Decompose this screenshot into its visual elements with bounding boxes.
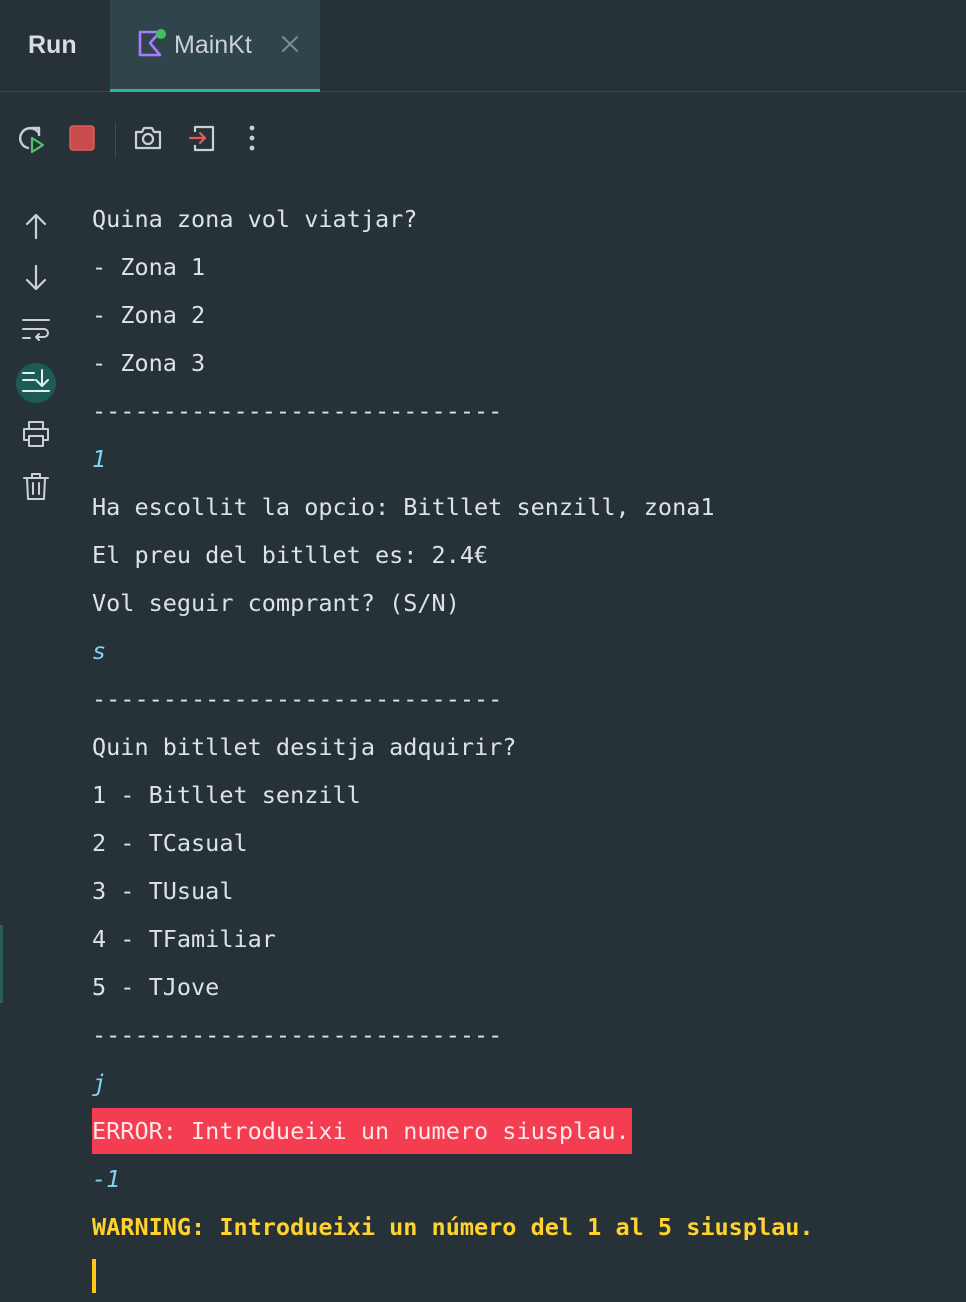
console-output[interactable]: Quina zona vol viatjar? - Zona 1 - Zona … — [92, 195, 952, 1299]
print-button[interactable] — [16, 416, 56, 456]
text-caret — [92, 1259, 96, 1293]
console-line: 4 - TFamiliar — [92, 925, 276, 953]
print-icon — [20, 418, 52, 455]
more-vertical-icon — [236, 122, 268, 159]
error-text: ERROR: Introdueixi un numero siusplau. — [92, 1108, 632, 1154]
tab-label: MainKt — [174, 31, 252, 59]
stop-button[interactable] — [62, 120, 102, 160]
user-input-line: j — [92, 1069, 107, 1097]
trash-icon — [20, 470, 52, 507]
gutter-marker — [0, 925, 3, 1003]
separator-line: ----------------------------- — [92, 1021, 503, 1049]
console-line: 1 - Bitllet senzill — [92, 781, 361, 809]
tab-mainkt[interactable]: MainKt — [110, 0, 320, 92]
console-line: Quin bitllet desitja adquirir? — [92, 733, 517, 761]
toolbar-divider — [115, 122, 116, 158]
input-prompt-line[interactable] — [92, 1251, 952, 1299]
previous-occurrence-button[interactable] — [16, 208, 56, 248]
stop-icon — [68, 124, 96, 157]
console-line: Quina zona vol viatjar? — [92, 205, 418, 233]
run-panel-title[interactable]: Run — [28, 0, 77, 90]
clear-all-button[interactable] — [16, 468, 56, 508]
console-line: - Zona 2 — [92, 301, 206, 329]
user-input-line: -1 — [92, 1165, 121, 1193]
arrow-up-icon — [21, 211, 51, 246]
scroll-to-end-icon — [20, 365, 52, 402]
user-input-line: s — [92, 637, 107, 665]
console-line: 3 - TUsual — [92, 877, 234, 905]
soft-wrap-icon — [20, 314, 52, 351]
soft-wrap-button[interactable] — [16, 312, 56, 352]
rerun-icon — [14, 122, 46, 159]
rerun-button[interactable] — [10, 120, 50, 160]
scroll-to-end-button[interactable] — [16, 363, 56, 403]
kotlin-icon — [136, 28, 168, 60]
console-line: Vol seguir comprant? (S/N) — [92, 589, 460, 617]
separator-line: ----------------------------- — [92, 397, 503, 425]
user-input-line: 1 — [92, 445, 107, 473]
console-line: - Zona 3 — [92, 349, 206, 377]
arrow-down-icon — [21, 263, 51, 298]
error-line: ERROR: Introdueixi un numero siusplau. — [92, 1107, 952, 1155]
screenshot-button[interactable] — [128, 120, 168, 160]
console-line: Ha escollit la opcio: Bitllet senzill, z… — [92, 493, 715, 521]
camera-icon — [132, 122, 164, 159]
console-line: 2 - TCasual — [92, 829, 248, 857]
console-line: 5 - TJove — [92, 973, 220, 1001]
tool-window-header: Run MainKt — [0, 0, 966, 92]
next-occurrence-button[interactable] — [16, 260, 56, 300]
exit-button[interactable] — [182, 120, 222, 160]
separator-line: ----------------------------- — [92, 685, 503, 713]
console-line: - Zona 1 — [92, 253, 206, 281]
warning-line: WARNING: Introdueixi un número del 1 al … — [92, 1213, 814, 1241]
exit-icon — [186, 122, 218, 159]
console-line: El preu del bitllet es: 2.4€ — [92, 541, 489, 569]
more-options-button[interactable] — [232, 120, 272, 160]
close-icon[interactable] — [278, 32, 302, 56]
